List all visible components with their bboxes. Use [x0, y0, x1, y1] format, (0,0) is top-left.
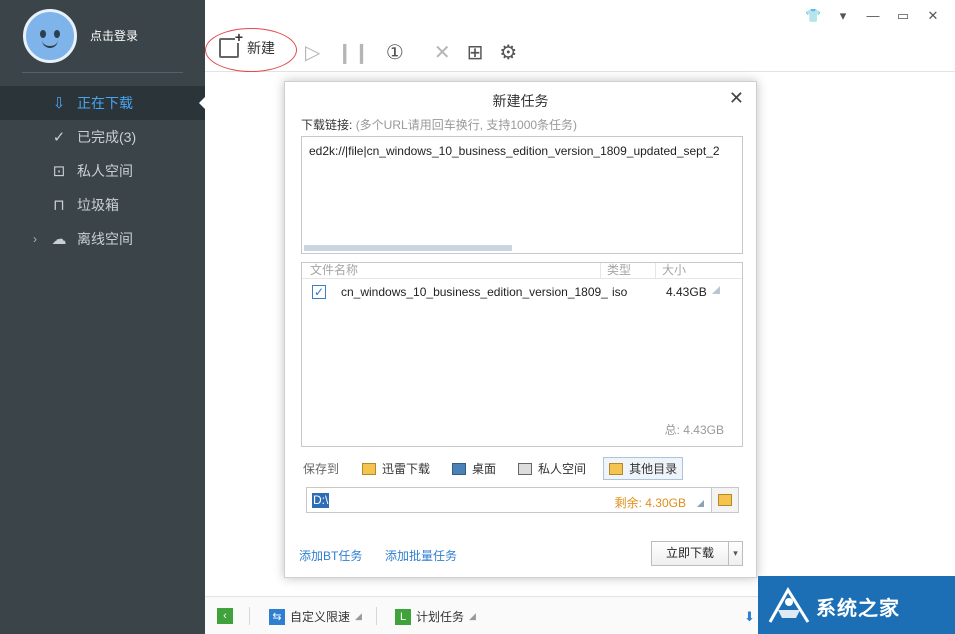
watermark-logo-icon — [768, 587, 810, 623]
download-icon: ⇩ — [52, 95, 66, 112]
sidebar-nav: ⇩ 正在下载 ✓ 已完成(3) ⊡ 私人空间 ⊓ 垃圾箱 › ☁ 离线空间 — [0, 86, 205, 256]
download-now-button[interactable]: 立即下载 — [651, 541, 729, 566]
toolbar-icons: ▷ ❙❙ ① ✕ ⊞ ⚙ — [305, 40, 517, 65]
speed-limit-button[interactable]: ⇆ 自定义限速 ◢ — [269, 608, 362, 625]
add-batch-task-link[interactable]: 添加批量任务 — [385, 547, 457, 564]
file-name: cn_windows_10_business_edition_version_1… — [341, 285, 609, 299]
dropdown-icon: ◢ — [355, 611, 362, 621]
schedule-label: 计划任务 — [416, 610, 465, 624]
sidebar-divider — [22, 72, 183, 73]
grid-view-icon[interactable]: ⊞ — [467, 40, 484, 65]
browse-folder-button[interactable] — [711, 488, 738, 512]
total-size: 总: 4.43GB — [664, 423, 724, 437]
table-header: 文件名称 类型 大小 — [302, 263, 742, 279]
speed-limit-label: 自定义限速 — [290, 610, 351, 624]
url-value: ed2k://|file|cn_windows_10_business_edit… — [309, 144, 720, 158]
add-bt-task-link[interactable]: 添加BT任务 — [299, 547, 362, 564]
horizontal-scrollbar[interactable] — [304, 245, 512, 251]
watermark-text: 系统之家 — [816, 598, 900, 620]
download-speed-icon: ⬇ — [744, 609, 755, 624]
sidebar-item-downloading[interactable]: ⇩ 正在下载 — [0, 86, 205, 120]
avatar-eye — [40, 30, 46, 38]
divider — [376, 607, 377, 625]
save-option-private[interactable]: 私人空间 — [513, 457, 591, 480]
dialog-close-icon[interactable]: ✕ — [729, 88, 744, 109]
save-option-other[interactable]: 其他目录 — [603, 457, 684, 480]
schedule-icon: L — [395, 608, 411, 625]
delete-icon[interactable]: ✕ — [434, 40, 451, 65]
table-row[interactable]: ✓ cn_windows_10_business_edition_version… — [302, 282, 742, 302]
folder-icon — [362, 462, 377, 475]
download-link-hint: (多个URL请用回车换行, 支持1000条任务) — [355, 118, 578, 132]
sidebar-item-label: 垃圾箱 — [77, 197, 119, 213]
avatar[interactable] — [23, 9, 77, 63]
sidebar: 点击登录 ⇩ 正在下载 ✓ 已完成(3) ⊡ 私人空间 ⊓ 垃圾箱 › ☁ 离线… — [0, 0, 205, 634]
file-table: 文件名称 类型 大小 ✓ cn_windows_10_business_edit… — [301, 262, 743, 447]
dropdown-icon: ◢ — [469, 611, 476, 621]
sidebar-item-private[interactable]: ⊡ 私人空间 — [0, 154, 205, 188]
new-file-icon — [219, 31, 243, 58]
sidebar-item-offline[interactable]: › ☁ 离线空间 — [0, 222, 205, 256]
sidebar-item-trash[interactable]: ⊓ 垃圾箱 — [0, 188, 205, 222]
new-task-button[interactable]: 新建 — [219, 31, 275, 58]
resize-corner-icon — [712, 286, 720, 294]
cloud-icon: ☁ — [51, 231, 67, 248]
dialog-title: 新建任务 — [492, 93, 549, 109]
file-size: 4.43GB — [666, 285, 707, 299]
toolbar: 新建 ▷ ❙❙ ① ✕ ⊞ ⚙ — [205, 0, 955, 72]
download-link-title: 下载链接: — [301, 118, 353, 132]
save-option-thunder[interactable]: 迅雷下载 — [357, 457, 435, 480]
sidebar-item-completed[interactable]: ✓ 已完成(3) — [0, 120, 205, 154]
save-to-row: 保存到 迅雷下载 桌面 私人空间 其他目录 — [303, 457, 695, 480]
save-path-value: D:\ — [312, 493, 330, 508]
desktop-icon — [452, 462, 467, 475]
settings-icon[interactable]: ⚙ — [499, 40, 517, 65]
collapse-icon[interactable]: ‹ — [217, 608, 233, 624]
save-to-label: 保存到 — [303, 462, 340, 476]
folder-icon — [718, 494, 732, 506]
url-textarea[interactable]: ed2k://|file|cn_windows_10_business_edit… — [301, 136, 743, 254]
login-link[interactable]: 点击登录 — [90, 27, 138, 44]
save-option-desktop[interactable]: 桌面 — [447, 457, 501, 480]
sidebar-item-label: 离线空间 — [77, 231, 133, 247]
new-task-label: 新建 — [247, 40, 275, 56]
download-link-label: 下载链接: (多个URL请用回车换行, 支持1000条任务) — [301, 116, 577, 133]
save-option-label: 私人空间 — [538, 462, 587, 476]
check-circle-icon: ✓ — [52, 129, 66, 146]
download-options-dropdown[interactable]: ▾ — [728, 541, 743, 566]
col-size[interactable]: 大小 — [655, 263, 742, 278]
save-option-label: 其他目录 — [629, 462, 678, 476]
sidebar-item-label: 已完成(3) — [77, 129, 137, 145]
start-icon[interactable]: ▷ — [305, 40, 320, 65]
watermark: 系统之家 — [758, 576, 955, 634]
save-path-input[interactable]: D:\ 剩余: 4.30GB — [306, 487, 739, 513]
chevron-right-icon[interactable]: › — [33, 232, 37, 246]
file-checkbox[interactable]: ✓ — [312, 285, 326, 299]
new-task-dialog: 新建任务 ✕ 下载链接: (多个URL请用回车换行, 支持1000条任务) ed… — [284, 81, 757, 578]
avatar-mouth — [42, 40, 58, 48]
speed-limit-icon: ⇆ — [269, 608, 285, 625]
trash-icon: ⊓ — [53, 197, 65, 214]
col-type[interactable]: 类型 — [600, 263, 655, 278]
pause-icon[interactable]: ❙❙ — [336, 40, 370, 65]
lock-icon: ⊡ — [52, 163, 66, 180]
save-option-label: 桌面 — [472, 462, 497, 476]
sidebar-item-label: 正在下载 — [77, 95, 133, 111]
folder-icon — [609, 462, 624, 475]
remaining-space: 剩余: 4.30GB — [614, 496, 686, 510]
path-dropdown-icon[interactable] — [697, 500, 704, 507]
save-option-label: 迅雷下载 — [382, 462, 431, 476]
avatar-eye — [54, 30, 60, 38]
single-task-icon[interactable]: ① — [386, 40, 404, 65]
divider — [249, 607, 250, 625]
schedule-button[interactable]: L 计划任务 ◢ — [395, 608, 476, 625]
sidebar-item-label: 私人空间 — [77, 163, 133, 179]
private-space-icon — [518, 462, 533, 475]
col-name[interactable]: 文件名称 — [302, 263, 600, 278]
file-type: iso — [612, 285, 628, 299]
